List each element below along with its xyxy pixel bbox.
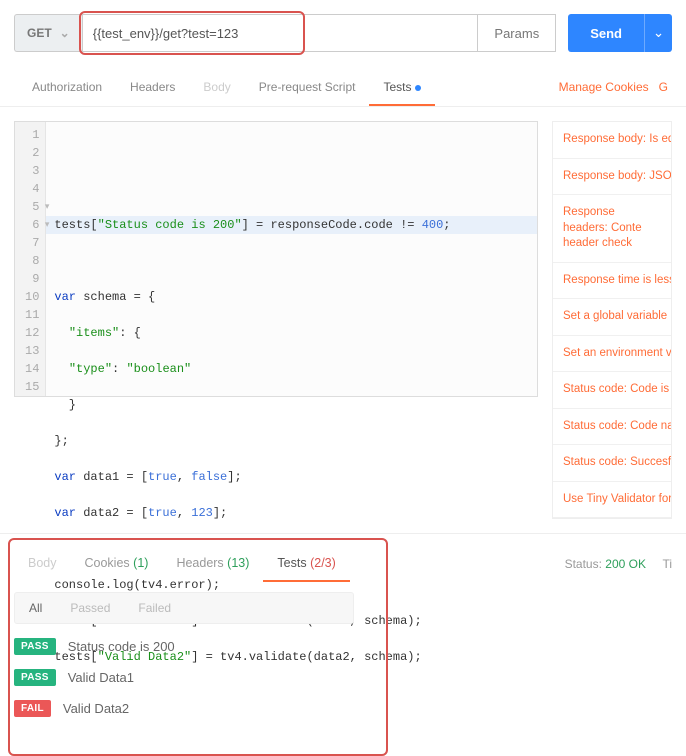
snippet-item[interactable]: Set a global variable — [553, 299, 671, 336]
code-line: tests["Status code is 200"] = responseCo… — [46, 216, 537, 234]
tab-tests-label: Tests — [383, 80, 411, 94]
params-label: Params — [494, 26, 539, 41]
test-results: PASS Status code is 200 PASS Valid Data1… — [14, 638, 672, 717]
manage-g-label: G — [659, 80, 668, 94]
snippet-item[interactable]: Response time is less tha — [553, 263, 671, 300]
tab-authorization[interactable]: Authorization — [18, 70, 116, 106]
snippet-item[interactable]: Response body: JSON va — [553, 159, 671, 196]
code-line: var data2 = [true, 123]; — [54, 504, 529, 522]
url-wrapper — [82, 14, 479, 52]
response-status: Status: 200 OK Ti — [565, 557, 672, 571]
code-line: "items": { — [54, 324, 529, 342]
resp-tab-headers-label: Headers — [176, 556, 223, 570]
script-editor[interactable]: 1 2 3 4 5 6 7 8 9 10 11 12 13 14 15 test… — [14, 121, 538, 397]
resp-tab-cookies[interactable]: Cookies (1) — [71, 546, 163, 582]
line-number: 9 — [25, 270, 39, 288]
tab-headers[interactable]: Headers — [116, 70, 189, 106]
code-line — [54, 180, 529, 198]
manage-cookies-label: Manage Cookies — [559, 80, 649, 94]
line-number: 5 — [25, 198, 39, 216]
editor-gutter: 1 2 3 4 5 6 7 8 9 10 11 12 13 14 15 — [15, 122, 46, 396]
line-number: 13 — [25, 342, 39, 360]
snippet-item[interactable]: Response body: Is equal t — [553, 122, 671, 159]
resp-tab-tests-label: Tests — [277, 556, 306, 570]
resp-tab-body[interactable]: Body — [14, 546, 71, 582]
response-tabs: Body Cookies (1) Headers (13) Tests (2/3… — [14, 546, 350, 582]
code-line: var schema = { — [54, 288, 529, 306]
time-label: Ti — [662, 557, 672, 571]
method-selector[interactable]: GET ⌄ — [14, 14, 82, 52]
filter-all[interactable]: All — [15, 593, 56, 623]
line-number: 2 — [25, 144, 39, 162]
code-line — [54, 252, 529, 270]
resp-tab-headers[interactable]: Headers (13) — [162, 546, 263, 582]
request-tabs: Authorization Headers Body Pre-request S… — [0, 70, 686, 107]
test-result-row: FAIL Valid Data2 — [14, 700, 672, 717]
test-result-row: PASS Status code is 200 — [14, 638, 672, 655]
code-line — [54, 144, 529, 162]
snippet-item[interactable]: Set an environment variab — [553, 336, 671, 373]
workarea: 1 2 3 4 5 6 7 8 9 10 11 12 13 14 15 test… — [0, 107, 686, 533]
tab-prerequest[interactable]: Pre-request Script — [245, 70, 370, 106]
code-line: "type": "boolean" — [54, 360, 529, 378]
line-number: 6 — [25, 216, 39, 234]
manage-cookies-link[interactable]: Manage Cookies G — [549, 70, 668, 106]
line-number: 11 — [25, 306, 39, 324]
status-label: Status: — [565, 557, 602, 571]
status-badge: PASS — [14, 669, 56, 686]
line-number: 10 — [25, 288, 39, 306]
snippet-item[interactable]: Status code: Code name h — [553, 409, 671, 446]
send-group: Send ⌄ — [568, 14, 672, 52]
tab-tests[interactable]: Tests — [369, 70, 435, 106]
line-number: 4 — [25, 180, 39, 198]
status-value: 200 OK — [605, 557, 646, 571]
test-name: Status code is 200 — [68, 639, 175, 654]
snippet-item[interactable]: Response headers: Conte header check — [553, 195, 671, 263]
method-label: GET — [27, 26, 52, 40]
dirty-dot-icon — [415, 85, 421, 91]
test-name: Valid Data1 — [68, 670, 134, 685]
send-dropdown[interactable]: ⌄ — [644, 14, 672, 52]
send-button[interactable]: Send — [568, 14, 644, 52]
line-number: 12 — [25, 324, 39, 342]
status-badge: FAIL — [14, 700, 51, 717]
editor-code[interactable]: tests["Status code is 200"] = responseCo… — [46, 122, 537, 396]
status-badge: PASS — [14, 638, 56, 655]
test-filter-row: All Passed Failed — [14, 592, 354, 624]
resp-tab-cookies-count: (1) — [133, 556, 148, 570]
resp-tab-tests-count: (2/3) — [310, 556, 336, 570]
tab-body[interactable]: Body — [189, 70, 244, 106]
line-number: 14 — [25, 360, 39, 378]
request-bar: GET ⌄ Params Send ⌄ — [0, 0, 686, 52]
test-result-row: PASS Valid Data1 — [14, 669, 672, 686]
chevron-down-icon: ⌄ — [653, 25, 664, 40]
test-name: Valid Data2 — [63, 701, 129, 716]
chevron-down-icon: ⌄ — [60, 26, 70, 40]
response-tabs-row: Body Cookies (1) Headers (13) Tests (2/3… — [14, 540, 672, 582]
params-button[interactable]: Params — [478, 14, 556, 52]
code-line: }; — [54, 432, 529, 450]
resp-tab-cookies-label: Cookies — [85, 556, 130, 570]
snippet-item[interactable]: Status code: Code is 200 — [553, 372, 671, 409]
resp-tab-headers-count: (13) — [227, 556, 249, 570]
filter-passed[interactable]: Passed — [56, 593, 124, 623]
line-number: 3 — [25, 162, 39, 180]
snippet-item[interactable]: Use Tiny Validator for JSO — [553, 482, 671, 519]
line-number: 7 — [25, 234, 39, 252]
line-number: 1 — [25, 126, 39, 144]
filter-failed[interactable]: Failed — [124, 593, 185, 623]
snippets-panel: Response body: Is equal t Response body:… — [552, 121, 672, 519]
line-number: 8 — [25, 252, 39, 270]
url-input[interactable] — [82, 14, 479, 52]
resp-tab-tests[interactable]: Tests (2/3) — [263, 546, 349, 582]
line-number: 15 — [25, 378, 39, 396]
snippet-item[interactable]: Status code: Succesful PO — [553, 445, 671, 482]
code-line: } — [54, 396, 529, 414]
response-area: Body Cookies (1) Headers (13) Tests (2/3… — [0, 533, 686, 749]
code-line: var data1 = [true, false]; — [54, 468, 529, 486]
